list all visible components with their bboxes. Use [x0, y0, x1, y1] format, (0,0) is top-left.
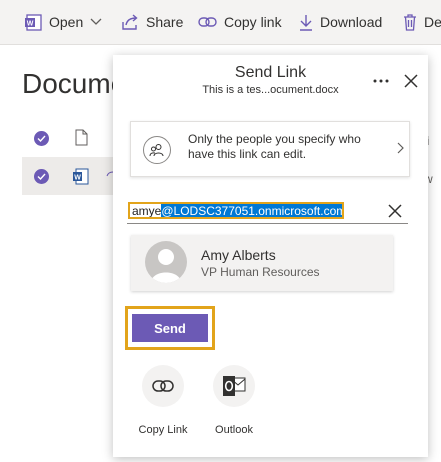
- more-options-button[interactable]: [370, 73, 392, 89]
- chevron-right-icon: [397, 142, 404, 154]
- clear-input-button[interactable]: [386, 202, 404, 220]
- download-label: Download: [320, 14, 383, 30]
- copy-link-button[interactable]: Copy link: [198, 0, 282, 44]
- people-suggestion[interactable]: Amy Alberts VP Human Resources: [131, 235, 393, 291]
- close-button[interactable]: [401, 71, 421, 91]
- download-icon: [300, 14, 312, 31]
- delete-button[interactable]: De: [403, 0, 441, 44]
- outlook-icon: [223, 376, 246, 396]
- share-button[interactable]: Share: [121, 0, 183, 44]
- page-title: Documents: [22, 68, 114, 99]
- avatar: [145, 241, 187, 283]
- delete-label: De: [424, 14, 441, 30]
- trash-icon: [404, 13, 416, 31]
- recipient-input[interactable]: amye @LODSC377051.onmicrosoft.com: [128, 202, 344, 219]
- copy-link-option-label: Copy Link: [138, 424, 188, 436]
- link-settings-button[interactable]: Only the people you specify who have thi…: [130, 121, 410, 177]
- svg-text:W: W: [74, 175, 81, 182]
- open-button[interactable]: W Open: [25, 0, 102, 44]
- checkmark-icon[interactable]: [34, 131, 49, 146]
- suggestion-name: Amy Alberts: [201, 247, 276, 263]
- recipient-field[interactable]: amye @LODSC377051.onmicrosoft.com: [127, 197, 408, 224]
- close-icon: [404, 74, 418, 88]
- link-icon: [152, 380, 174, 392]
- outlook-option-label: Outlook: [215, 424, 253, 436]
- download-button[interactable]: Download: [299, 0, 382, 44]
- people-icon: [143, 136, 171, 164]
- file-row[interactable]: [22, 119, 117, 159]
- send-link-panel: Send Link This is a tes...ocument.docx O…: [113, 55, 428, 457]
- file-row-selected[interactable]: W: [22, 157, 117, 195]
- autocomplete-text: @LODSC377051.onmicrosoft.com: [161, 204, 342, 217]
- permission-description: Only the people you specify who have thi…: [188, 132, 361, 161]
- open-label: Open: [49, 14, 84, 30]
- svg-text:W: W: [27, 20, 34, 27]
- outlook-option[interactable]: Outlook: [204, 365, 264, 436]
- send-highlight: Send: [125, 306, 215, 350]
- command-bar: W Open Share Copy link Download De: [0, 0, 441, 45]
- word-file-icon: W: [73, 168, 89, 185]
- copy-link-option[interactable]: Copy Link: [133, 365, 193, 436]
- share-label: Share: [146, 14, 184, 30]
- link-icon: [198, 17, 217, 27]
- file-icon: [75, 129, 88, 146]
- close-icon: [388, 204, 402, 218]
- send-button[interactable]: Send: [132, 314, 208, 342]
- chevron-down-icon: [90, 18, 102, 25]
- ellipsis-icon: [373, 79, 389, 83]
- copy-link-label: Copy link: [224, 14, 282, 30]
- suggestion-role: VP Human Resources: [201, 265, 320, 279]
- typed-text: amye: [132, 203, 162, 218]
- checkmark-icon[interactable]: [34, 169, 49, 184]
- share-icon: [122, 13, 138, 30]
- word-icon: W: [25, 13, 42, 31]
